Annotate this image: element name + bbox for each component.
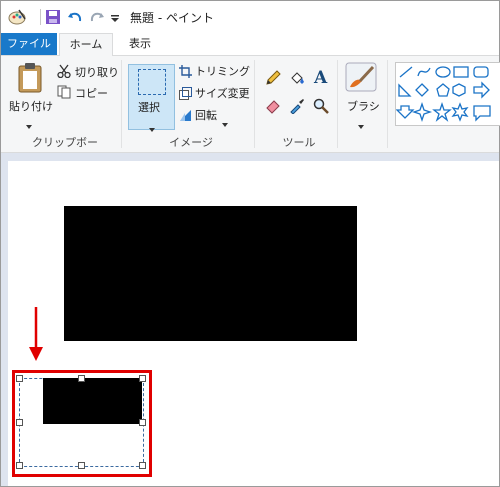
brushes-button[interactable]: ブラシ: [347, 98, 380, 114]
selection-handle-bottom[interactable]: [78, 462, 85, 469]
selection-handle-top-left[interactable]: [16, 375, 23, 382]
rotate-button[interactable]: 回転: [195, 107, 217, 123]
rotate-dropdown-icon[interactable]: [222, 112, 228, 131]
shapes-gallery-icons: [395, 66, 491, 123]
paint-app-icon[interactable]: [7, 7, 27, 27]
pencil-icon[interactable]: [265, 70, 281, 90]
oval-shape-icon: [435, 66, 451, 78]
shapes-gallery[interactable]: [395, 62, 500, 126]
save-icon[interactable]: [45, 7, 61, 27]
paste-label[interactable]: 貼り付け: [9, 98, 53, 114]
rectangle-shape-icon: [453, 66, 469, 78]
six-point-star-shape-icon: [451, 102, 469, 122]
copy-icon[interactable]: [57, 84, 71, 103]
selection-handle-left[interactable]: [16, 419, 23, 426]
crop-button[interactable]: トリミング: [195, 63, 250, 79]
ribbon: 貼り付け 切り取り コピー クリップボード 選択 トリミング サイズ変更 回転 …: [1, 56, 500, 165]
down-arrow-icon: [29, 307, 43, 361]
cut-button[interactable]: 切り取り: [75, 64, 119, 80]
select-label: 選択: [138, 101, 160, 114]
pentagon-shape-icon: [436, 83, 450, 97]
group-divider: [121, 60, 122, 148]
group-divider: [337, 60, 338, 148]
redo-icon[interactable]: [89, 7, 105, 27]
four-point-star-shape-icon: [411, 101, 433, 123]
tools-group-label: ツール: [282, 136, 316, 149]
ribbon-tab-bar: ファイル ホーム 表示: [1, 33, 499, 57]
group-divider: [387, 60, 388, 148]
selection-handle-bottom-left[interactable]: [16, 462, 23, 469]
brushes-dropdown-icon[interactable]: [358, 114, 364, 133]
brush-icon[interactable]: [345, 62, 377, 96]
paste-dropdown-icon[interactable]: [26, 114, 32, 133]
scissors-icon[interactable]: [57, 63, 71, 82]
group-divider: [254, 60, 255, 148]
black-rectangle-original[interactable]: [64, 206, 357, 341]
curve-shape-icon: [417, 67, 431, 77]
rotate-icon[interactable]: [179, 107, 192, 126]
svg-text:A: A: [313, 68, 328, 86]
callout-shape-icon: [473, 105, 491, 122]
resize-button[interactable]: サイズ変更: [195, 85, 250, 101]
selection-handle-top-right[interactable]: [139, 375, 146, 382]
diamond-shape-icon: [415, 83, 429, 97]
text-tool-icon[interactable]: A: [313, 68, 329, 90]
line-shape-icon: [399, 66, 413, 78]
select-icon: [138, 69, 166, 95]
down-arrow-shape-icon: [395, 105, 415, 119]
customize-dropdown-icon[interactable]: [109, 7, 121, 27]
hexagon-shape-icon: [452, 83, 466, 97]
right-triangle-shape-icon: [398, 83, 412, 97]
copy-button[interactable]: コピー: [75, 85, 108, 101]
tab-view[interactable]: 表示: [117, 33, 163, 55]
selection-handle-bottom-right[interactable]: [139, 462, 146, 469]
rounded-rectangle-shape-icon: [473, 66, 489, 78]
five-point-star-shape-icon: [432, 101, 452, 122]
undo-icon[interactable]: [67, 7, 83, 27]
right-arrow-shape-icon: [473, 81, 490, 99]
resize-icon[interactable]: [179, 85, 192, 104]
paste-button[interactable]: [17, 62, 45, 98]
selection-handle-top[interactable]: [78, 375, 85, 382]
black-rectangle-pasted[interactable]: [43, 378, 142, 424]
tab-file[interactable]: ファイル: [1, 33, 57, 55]
color-picker-icon[interactable]: [289, 98, 305, 118]
title-separator: [40, 9, 41, 25]
select-button[interactable]: 選択: [128, 64, 175, 132]
magnifier-icon[interactable]: [313, 98, 329, 118]
title-bar: 無題 - ペイント: [1, 1, 499, 33]
fill-bucket-icon[interactable]: [289, 70, 305, 90]
window-title: 無題 - ペイント: [130, 11, 214, 25]
eraser-icon[interactable]: [265, 98, 281, 118]
tab-home[interactable]: ホーム: [59, 33, 113, 57]
image-group-label: イメージ: [169, 136, 213, 149]
crop-icon[interactable]: [179, 63, 192, 82]
selection-handle-right[interactable]: [139, 419, 146, 426]
